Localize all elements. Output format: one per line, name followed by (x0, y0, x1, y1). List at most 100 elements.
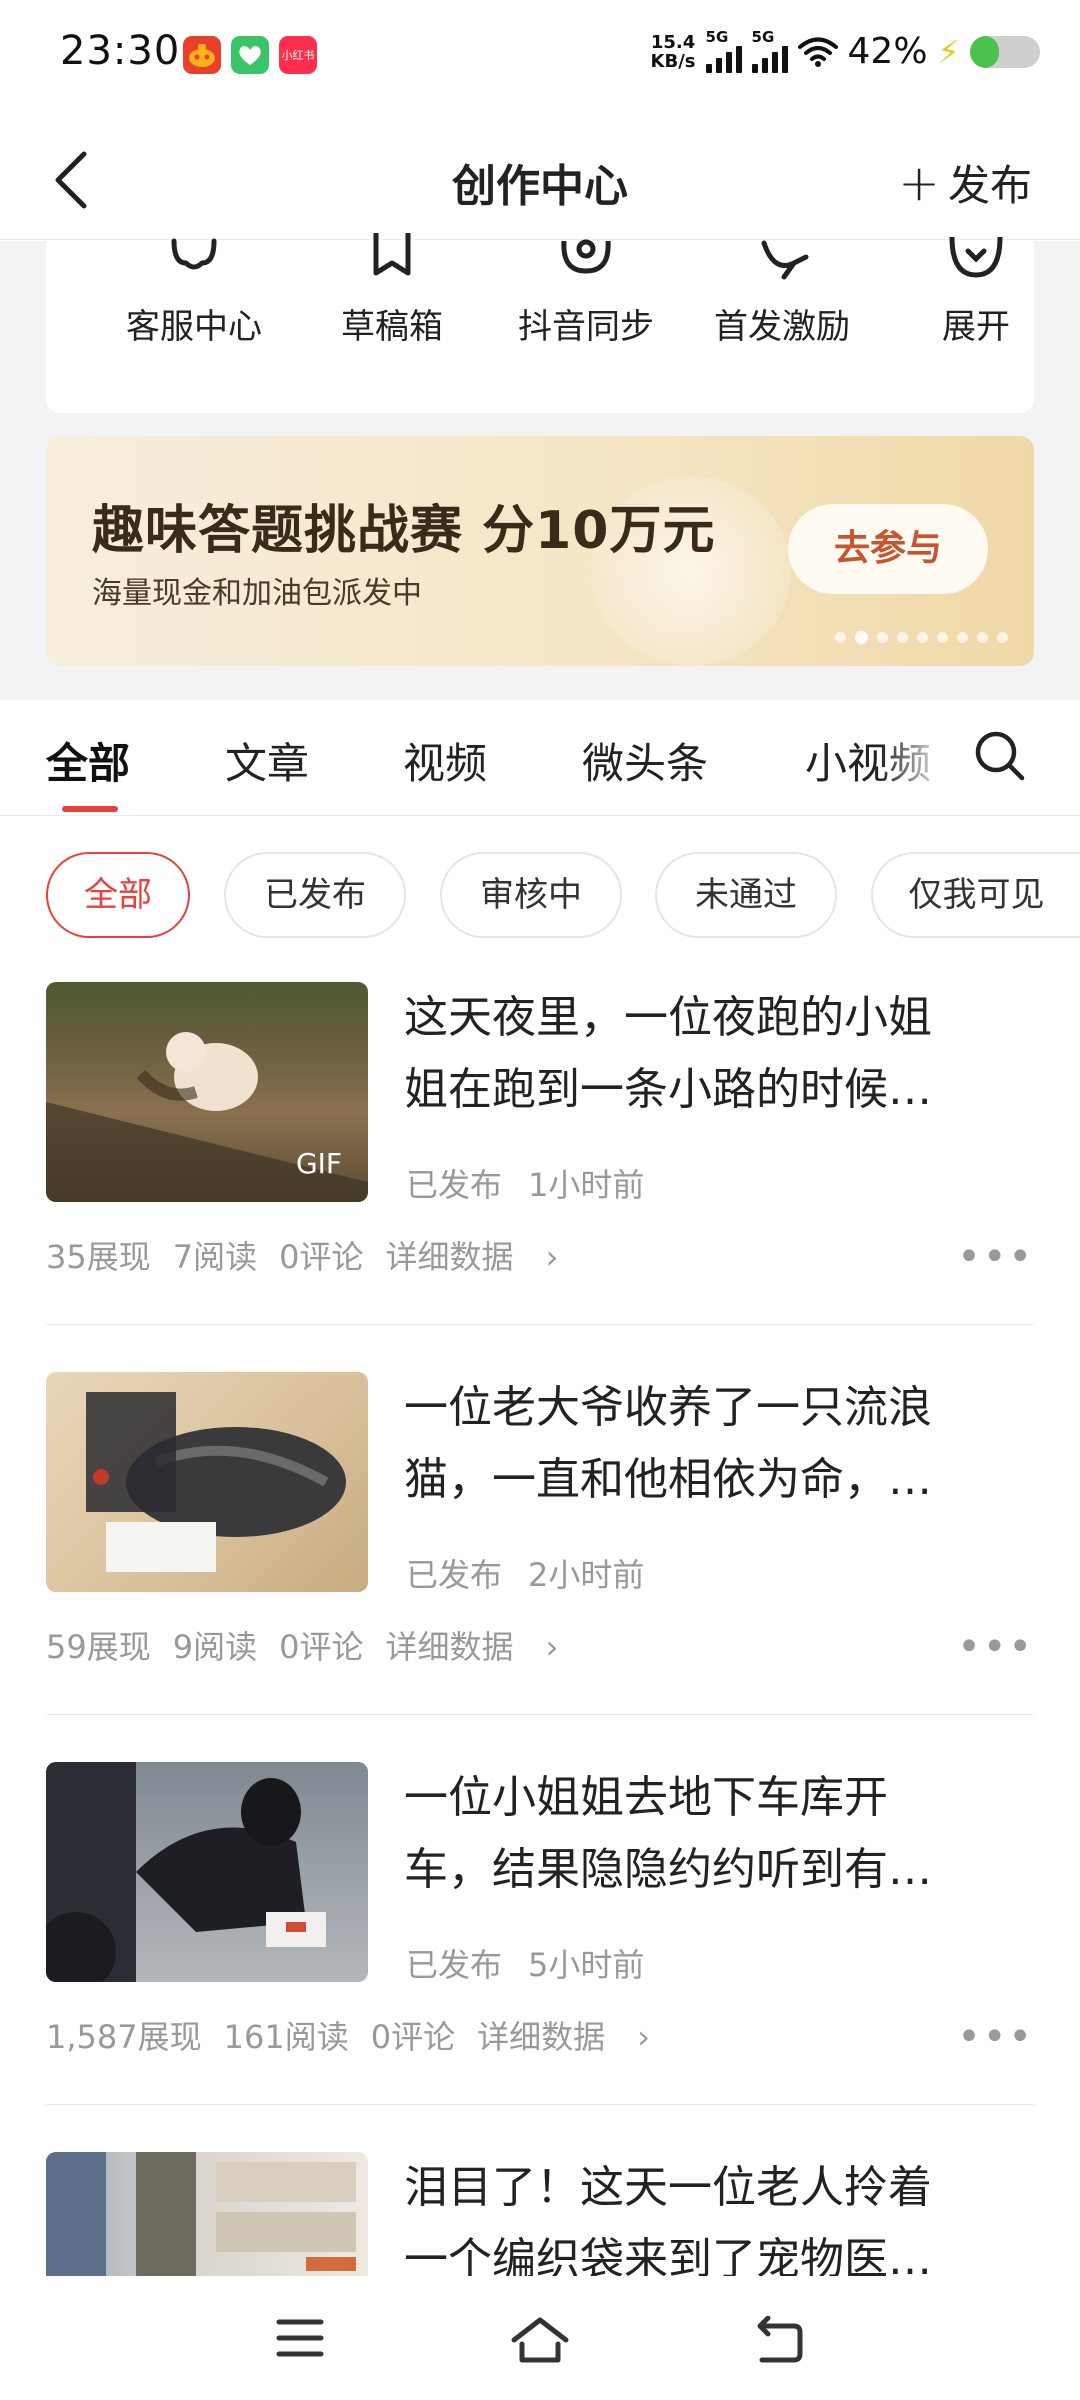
sync-icon (561, 239, 611, 274)
tab-active-indicator (62, 806, 118, 812)
article-title[interactable]: 这天夜里，一位夜跑的小姐 姐在跑到一条小路的时候… (404, 982, 1034, 1126)
banner-title: 趣味答题挑战赛 分10万元 (92, 501, 716, 561)
battery-percent: 42% (847, 31, 928, 72)
tool-first-publish-incentive[interactable]: 首发激励 (692, 240, 872, 413)
article-item[interactable]: GIF 这天夜里，一位夜跑的小姐 姐在跑到一条小路的时候… 已发布 1小时前 35… (46, 982, 1034, 1302)
tool-drafts[interactable]: 草稿箱 (302, 233, 482, 413)
tool-customer-service[interactable]: 客服中心 (104, 238, 284, 413)
more-options-icon[interactable]: ••• (957, 1624, 1034, 1670)
tool-expand[interactable]: 展开 (886, 236, 1066, 413)
filter-rejected[interactable]: 未通过 (655, 852, 837, 938)
app-icon-green (231, 36, 269, 74)
article-title-line: 一位小姐姐去地下车库开 (404, 1772, 888, 1823)
status-bar: 23:30 小红书 15.4 KB/s 5G 5G 42% ⚡ (0, 0, 1080, 110)
article-item[interactable]: 泪目了！这天一位老人拎着 一个编织袋来到了宠物医… (46, 2152, 1034, 2276)
filter-under-review[interactable]: 审核中 (440, 852, 622, 938)
battery-icon (970, 35, 1040, 68)
nav-bar: 创作中心 + 发布 (0, 110, 1080, 240)
banner-join-button[interactable]: 去参与 (788, 504, 988, 594)
search-icon[interactable] (972, 728, 1028, 784)
filter-all[interactable]: 全部 (46, 852, 190, 938)
publish-label: 发布 (947, 161, 1032, 210)
cat-in-box-image (86, 1392, 346, 1572)
more-options-icon[interactable]: ••• (957, 1234, 1034, 1280)
article-title-line: 猫，一直和他相依为命，… (404, 1454, 932, 1505)
stat-reads: 9阅读 (172, 1628, 258, 1666)
article-meta: 已发布 1小时前 (406, 1160, 644, 1206)
article-time: 1小时前 (528, 1166, 645, 1204)
banner-pagination-dots (835, 631, 1008, 644)
article-title[interactable]: 一位老大爷收养了一只流浪 猫，一直和他相依为命，… (404, 1372, 1034, 1516)
article-title[interactable]: 泪目了！这天一位老人拎着 一个编织袋来到了宠物医… (404, 2152, 1034, 2276)
gif-badge: GIF (295, 1147, 342, 1180)
tab-fade-overlay (880, 700, 970, 810)
network-speed: 15.4 KB/s (651, 33, 696, 71)
article-time: 2小时前 (528, 1556, 645, 1594)
tool-label: 草稿箱 (341, 307, 443, 347)
home-icon[interactable] (510, 2316, 570, 2364)
filter-published[interactable]: 已发布 (224, 852, 406, 938)
filter-only-me[interactable]: 仅我可见 (871, 852, 1080, 938)
app-icon-red (183, 36, 221, 74)
more-options-icon[interactable]: ••• (957, 2014, 1034, 2060)
details-link[interactable]: 详细数据 › (385, 1238, 580, 1276)
details-link[interactable]: 详细数据 › (477, 2018, 672, 2056)
tool-label: 抖音同步 (518, 307, 654, 347)
battery-fill (970, 35, 1000, 68)
system-navigation-bar (0, 2276, 1080, 2400)
banner-dot (877, 632, 888, 643)
details-link[interactable]: 详细数据 › (385, 1628, 580, 1666)
tool-label: 客服中心 (126, 307, 262, 347)
status-filter-chips: 全部 已发布 审核中 未通过 仅我可见 (0, 852, 1080, 938)
promo-banner[interactable]: 趣味答题挑战赛 分10万元 海量现金和加油包派发中 去参与 (46, 436, 1034, 666)
article-meta: 已发布 5小时前 (406, 1940, 644, 1986)
article-stats: 35展现 7阅读 0评论 详细数据 › (46, 1232, 602, 1278)
stat-impressions: 59展现 (46, 1628, 151, 1666)
article-title-line: 一位老大爷收养了一只流浪 (404, 1382, 932, 1433)
signal-bars-icon (705, 45, 742, 73)
article-title-line: 姐在跑到一条小路的时候… (404, 1064, 932, 1115)
banner-dot (937, 632, 948, 643)
stat-reads: 161阅读 (223, 2018, 349, 2056)
details-label: 详细数据 (477, 2018, 606, 2056)
article-thumbnail[interactable] (46, 1372, 368, 1592)
banner-dot (957, 632, 968, 643)
tab-articles[interactable]: 文章 (225, 730, 309, 791)
article-thumbnail[interactable] (46, 1762, 368, 1982)
tab-micro-posts[interactable]: 微头条 (582, 730, 708, 791)
banner-dot (897, 632, 908, 643)
publish-button[interactable]: + 发布 (898, 152, 1032, 213)
signal-2: 5G (751, 30, 788, 73)
divider (46, 1714, 1034, 1715)
tool-label: 首发激励 (714, 307, 850, 347)
content-type-tabs: 全部 文章 视频 微头条 小视频 (0, 700, 1080, 816)
article-item[interactable]: 一位小姐姐去地下车库开 车，结果隐隐约约听到有… 已发布 5小时前 1,587展现… (46, 1762, 1034, 2082)
wifi-icon (797, 37, 838, 67)
stat-comments: 0评论 (370, 2018, 456, 2056)
tools-card: 客服中心 草稿箱 抖音同步 首发激励 展开 (46, 233, 1034, 413)
article-thumbnail[interactable]: GIF (46, 982, 368, 1202)
status-time: 23:30 (60, 28, 181, 74)
tab-videos[interactable]: 视频 (403, 730, 487, 791)
article-stats: 1,587展现 161阅读 0评论 详细数据 › (46, 2012, 694, 2058)
plus-icon: + (898, 153, 940, 212)
banner-subtitle: 海量现金和加油包派发中 (92, 576, 422, 611)
article-title[interactable]: 一位小姐姐去地下车库开 车，结果隐隐约约听到有… (404, 1762, 1034, 1906)
signal-1-label: 5G (705, 28, 729, 46)
article-status: 已发布 (406, 1166, 503, 1204)
tool-douyin-sync[interactable]: 抖音同步 (496, 239, 676, 413)
divider (46, 1324, 1034, 1325)
article-title-line: 一个编织袋来到了宠物医… (404, 2234, 932, 2276)
incentive-icon (761, 240, 809, 280)
article-title-line: 泪目了！这天一位老人拎着 (404, 2162, 932, 2213)
stat-comments: 0评论 (279, 1628, 364, 1666)
article-stats: 59展现 9阅读 0评论 详细数据 › (46, 1622, 602, 1668)
back-icon[interactable] (752, 2316, 804, 2364)
menu-icon[interactable] (275, 2316, 325, 2360)
article-item[interactable]: 一位老大爷收养了一只流浪 猫，一直和他相依为命，… 已发布 2小时前 59展现 9阅… (46, 1372, 1034, 1692)
stat-reads: 7阅读 (172, 1238, 258, 1276)
stat-impressions: 1,587展现 (46, 2018, 202, 2056)
tab-all[interactable]: 全部 (46, 730, 130, 791)
article-thumbnail[interactable] (46, 2152, 368, 2276)
divider (46, 2104, 1034, 2105)
